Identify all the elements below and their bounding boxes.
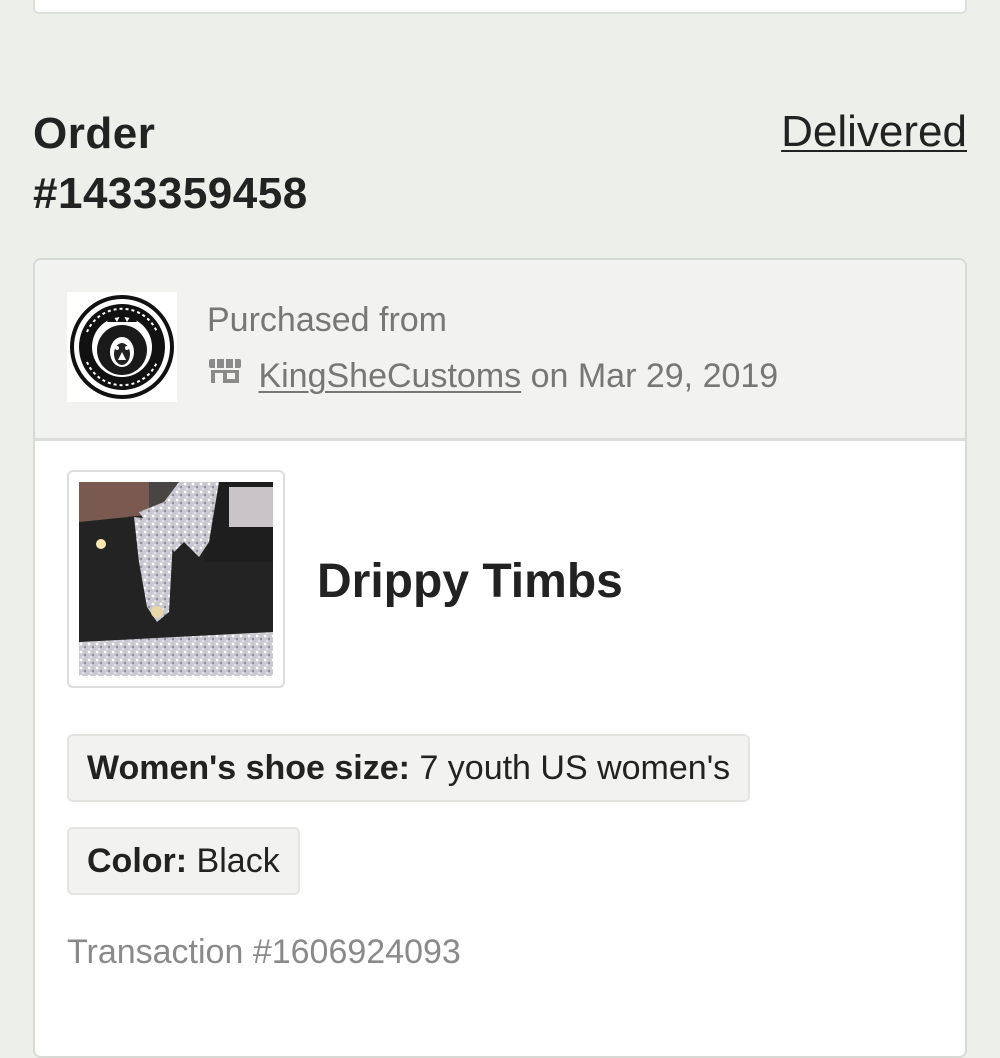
- variation-shoe-size: Women's shoe size: 7 youth US women's: [67, 734, 751, 802]
- variation-label: Women's shoe size:: [87, 749, 410, 787]
- item-row[interactable]: Drippy Timbs: [67, 470, 927, 692]
- shop-logo[interactable]: [67, 292, 177, 402]
- purchased-from-label: Purchased from: [207, 301, 447, 339]
- purchase-line: KingSheCustoms on Mar 29, 2019: [207, 356, 778, 398]
- order-title: Order #1433359458: [33, 104, 308, 224]
- order-label: Order: [33, 109, 156, 158]
- glitter-boot-image: [79, 482, 273, 676]
- variation-label: Color:: [87, 842, 188, 880]
- variation-value: Black: [196, 842, 280, 880]
- variation-value: 7 youth US women's: [419, 749, 731, 787]
- delivered-status-link[interactable]: Delivered: [781, 104, 967, 160]
- shop-header: Purchased from KingSheCustoms on Mar 29,…: [35, 260, 965, 441]
- storefront-icon: [207, 354, 243, 394]
- purchase-date: on Mar 29, 2019: [530, 357, 779, 395]
- order-number: #1433359458: [33, 169, 308, 218]
- order-card: Purchased from KingSheCustoms on Mar 29,…: [33, 258, 967, 1058]
- item-thumbnail[interactable]: [67, 470, 285, 688]
- previous-order-card: [33, 0, 967, 14]
- shop-name-link[interactable]: KingSheCustoms: [258, 357, 521, 395]
- lion-crest-logo-icon: [70, 295, 174, 399]
- transaction-number: Transaction #1606924093: [67, 933, 461, 971]
- item-title[interactable]: Drippy Timbs: [317, 554, 623, 610]
- variation-color: Color: Black: [67, 827, 300, 895]
